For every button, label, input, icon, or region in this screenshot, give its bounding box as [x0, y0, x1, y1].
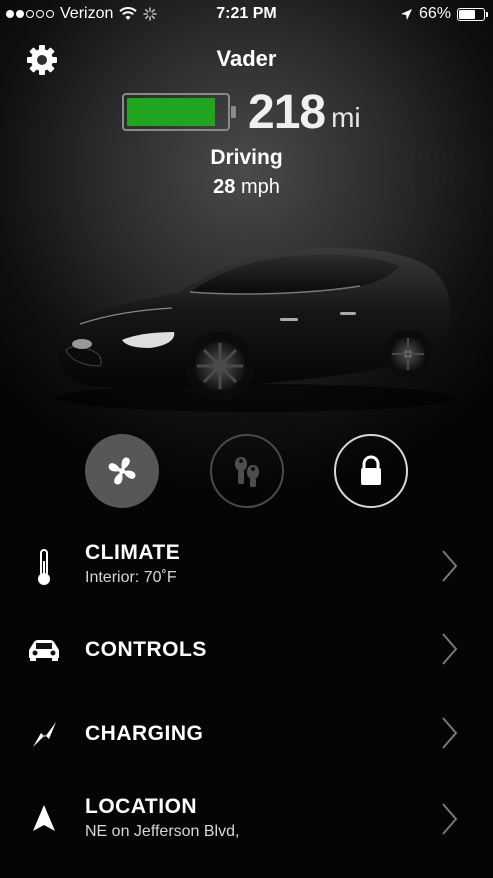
menu-item-controls[interactable]: CONTROLS — [0, 610, 493, 690]
keys-button[interactable] — [210, 434, 284, 508]
car-icon — [24, 630, 64, 670]
menu-item-location[interactable]: LOCATION NE on Jefferson Blvd, — [0, 778, 493, 858]
keys-icon — [235, 457, 259, 487]
fan-icon — [108, 457, 136, 485]
drive-state: Driving — [210, 146, 283, 169]
vehicle-battery-fill — [127, 98, 215, 126]
menu-item-climate[interactable]: CLIMATE Interior: 70˚F — [0, 527, 493, 607]
chevron-right-icon — [442, 803, 458, 835]
menu-title-charging: CHARGING — [85, 722, 204, 745]
vehicle-battery-icon — [122, 93, 236, 131]
speed-value: 28 — [213, 176, 236, 198]
battery-percent: 66% — [418, 5, 451, 22]
speed-display: 28 mph — [0, 176, 493, 199]
battery-nub — [231, 106, 236, 118]
vehicle-name: Vader — [216, 46, 277, 71]
battery-icon — [457, 7, 488, 21]
status-bar-right: 66% — [400, 5, 488, 23]
status-bar: Verizon 7:21 PM 66% — [0, 0, 493, 30]
menu-title-controls: CONTROLS — [85, 638, 207, 661]
range-unit: mi — [331, 102, 361, 133]
battery-fill — [459, 9, 475, 19]
lock-button[interactable] — [334, 434, 408, 508]
tesla-app-screen: Verizon 7:21 PM 66% Vader 218 mi Driving… — [0, 0, 493, 878]
lightning-icon — [24, 714, 64, 754]
chevron-right-icon — [442, 717, 458, 749]
menu-item-charging[interactable]: CHARGING — [0, 694, 493, 774]
range-value: 218 — [248, 85, 326, 139]
menu-subtitle-climate: Interior: 70˚F — [85, 569, 177, 586]
location-arrow-icon — [400, 8, 412, 20]
climate-fan-button[interactable] — [85, 434, 159, 508]
speed-unit: mph — [240, 176, 280, 198]
thermometer-icon — [24, 547, 64, 587]
range-display: 218 mi — [122, 84, 361, 140]
menu-title-location: LOCATION — [85, 795, 198, 818]
menu-subtitle-location: NE on Jefferson Blvd, — [85, 823, 240, 840]
chevron-right-icon — [442, 633, 458, 665]
car-image — [55, 248, 455, 412]
menu-title-climate: CLIMATE — [85, 541, 181, 564]
navigation-arrow-icon — [24, 798, 64, 838]
chevron-right-icon — [442, 550, 458, 582]
lock-icon — [361, 455, 381, 485]
